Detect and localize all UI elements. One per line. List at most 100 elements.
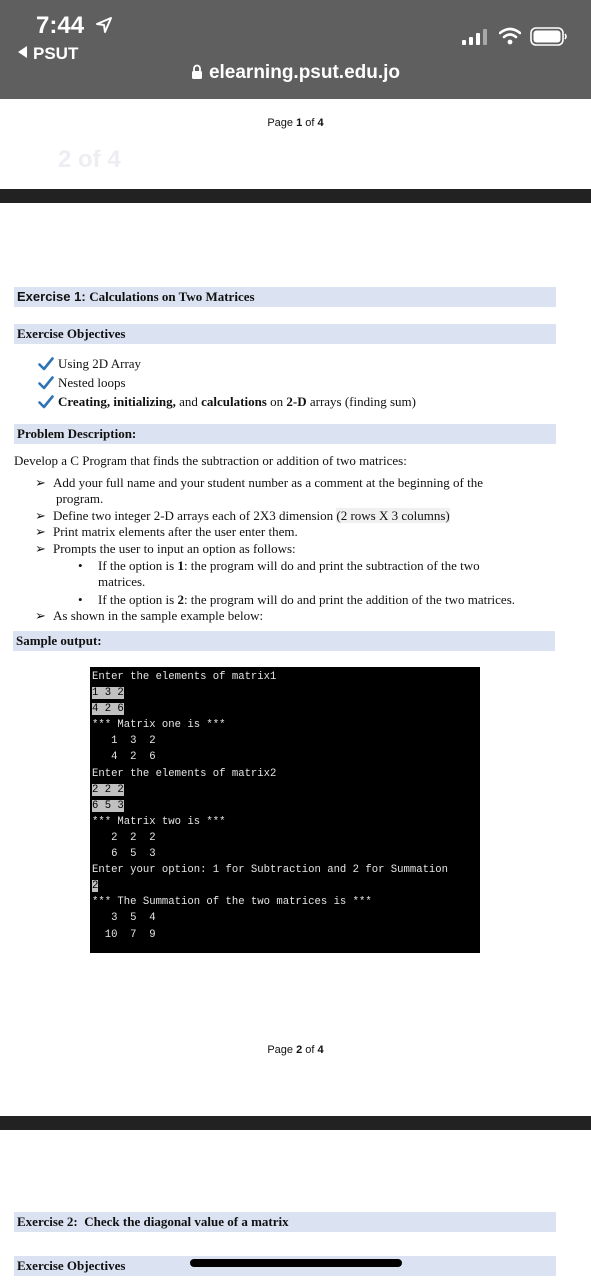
step-text: Print matrix elements after the user ent… [53,524,298,539]
problem-heading-text: Problem Description: [17,426,137,441]
step-item: ➢ Add your full name and your student num… [35,475,483,492]
objective-text: Nested loops [58,375,126,390]
objectives2-heading-text: Exercise Objectives [17,1258,126,1273]
console-input: 2 2 2 [92,783,124,796]
step-text: Define two integer 2-D arrays each of 2X… [53,508,337,523]
objective-plain: on [266,394,287,409]
page-label: Page [267,117,297,129]
console-line: 4 2 6 [92,701,478,717]
objective-item: Using 2D Array [38,354,416,373]
wifi-icon [499,27,521,45]
step-text: Prompts the user to input an option as f… [53,541,296,556]
console-line: 4 2 6 [92,751,156,764]
problem-heading: Problem Description: [14,424,556,444]
objective-text: Creating, initializing, and calculations… [58,392,416,411]
option-item: • If the option is 1: the program will do… [78,558,480,575]
lock-icon [191,64,202,79]
sample-console-output: Enter the elements of matrix1 1 3 2 4 2 6 *… [90,667,480,953]
arrow-bullet-icon: ➢ [35,475,46,490]
back-to-app-button[interactable]: PSUT [18,44,78,64]
exercise2-title: Exercise 2: Check the diagonal value of … [17,1214,289,1229]
console-line: Enter the elements of matrix2 [92,767,277,780]
checkmark-icon [38,394,54,408]
step-highlight: (2 rows X 3 columns) [336,508,450,523]
problem-intro: Develop a C Program that finds the subtr… [14,453,407,468]
console-line: 2 2 2 [92,782,478,798]
step-item: ➢ Print matrix elements after the user en… [35,524,298,541]
page-of: of [302,117,318,129]
console-line: 1 3 2 [92,685,478,701]
battery-icon [530,27,567,46]
checkmark-icon [38,356,54,370]
exercise2-heading: Exercise 2: Check the diagonal value of … [14,1212,556,1232]
console-line: *** The Summation of the two matrices is… [92,896,372,909]
sample-heading: Sample output: [13,631,555,651]
option-item: • If the option is 2: the program will do… [78,592,515,609]
home-indicator[interactable] [190,1259,402,1267]
exercise1-prefix: Exercise 1: [17,289,90,304]
url-text: elearning.psut.edu.jo [208,62,401,83]
objective-item: Nested loops [38,373,416,392]
console-line: 6 5 3 [92,798,478,814]
sample-heading-text: Sample output: [16,633,102,648]
console-line: 6 5 3 [92,848,156,861]
option-text: : the program will do and print the addi… [183,592,515,607]
objectives-heading: Exercise Objectives [14,324,556,344]
page-indicator-overlay: 2 of 4 [58,146,121,173]
location-arrow-icon [96,17,112,33]
page-total: 4 [317,117,324,129]
objective-bold: Creating, initializing, [58,394,176,409]
page-total: 4 [317,1044,324,1056]
exercise1-heading: Exercise 1: Calculations on Two Matrices [14,287,556,307]
console-line: Enter your option: 1 for Subtraction and… [92,864,449,877]
option-text: If the option is [98,558,178,573]
back-app-label: PSUT [33,44,79,63]
console-input: 2 [92,880,99,893]
page-number-1: Page 1 of 4 [0,117,591,129]
page-separator [0,1116,591,1130]
bullet-dot-icon: • [78,558,83,573]
console-line: 3 5 4 [92,912,156,925]
back-arrow-icon [18,46,27,58]
cellular-signal-icon [462,29,487,45]
console-line: 2 [92,878,478,894]
option-text: If the option is [98,592,178,607]
option-text: : the program will do and print the subt… [183,558,480,573]
objectives-heading-text: Exercise Objectives [17,326,126,341]
bullet-dot-icon: • [78,592,83,607]
objective-plain: arrays (finding sum) [306,394,416,409]
step-item: ➢ Prompts the user to input an option as … [35,541,296,558]
arrow-bullet-icon: ➢ [35,524,46,539]
checkmark-icon [38,375,54,389]
page-separator [0,189,591,203]
step-text-cont: program. [56,491,104,506]
option-text-cont: matrices. [98,574,146,589]
objective-bold: calculations [201,394,267,409]
console-line: *** Matrix one is *** [92,719,226,732]
browser-top-bar: 7:44 PSUT elearning.psut.edu.jo [0,0,591,99]
console-line: 10 7 9 [92,928,156,941]
console-line: 1 3 2 [92,735,156,748]
status-time: 7:44 [36,12,85,39]
page-label: Page [267,1044,297,1056]
objective-item: Creating, initializing, and calculations… [38,392,416,411]
objective-plain: and [175,394,202,409]
arrow-bullet-icon: ➢ [35,608,46,623]
arrow-bullet-icon: ➢ [35,541,46,556]
step-item: ➢ As shown in the sample example below: [35,608,263,625]
step-text: Add your full name and your student numb… [53,475,483,490]
step-text: As shown in the sample example below: [53,608,264,623]
address-bar[interactable]: elearning.psut.edu.jo [0,62,591,84]
console-line: Enter the elements of matrix1 [92,671,277,683]
console-line: *** Matrix two is *** [92,815,226,828]
page-of: of [302,1044,318,1056]
console-input: 1 3 2 [92,687,124,700]
console-line: 2 2 2 [92,831,156,844]
objective-bold: 2-D [286,394,307,409]
page-number-2: Page 2 of 4 [0,1044,591,1056]
console-input: 4 2 6 [92,703,124,716]
arrow-bullet-icon: ➢ [35,508,46,523]
console-input: 6 5 3 [92,799,124,812]
step-item: ➢ Define two integer 2-D arrays each of 2… [35,508,450,525]
objectives-list: Using 2D Array Nested loops Creating, in… [38,354,416,411]
